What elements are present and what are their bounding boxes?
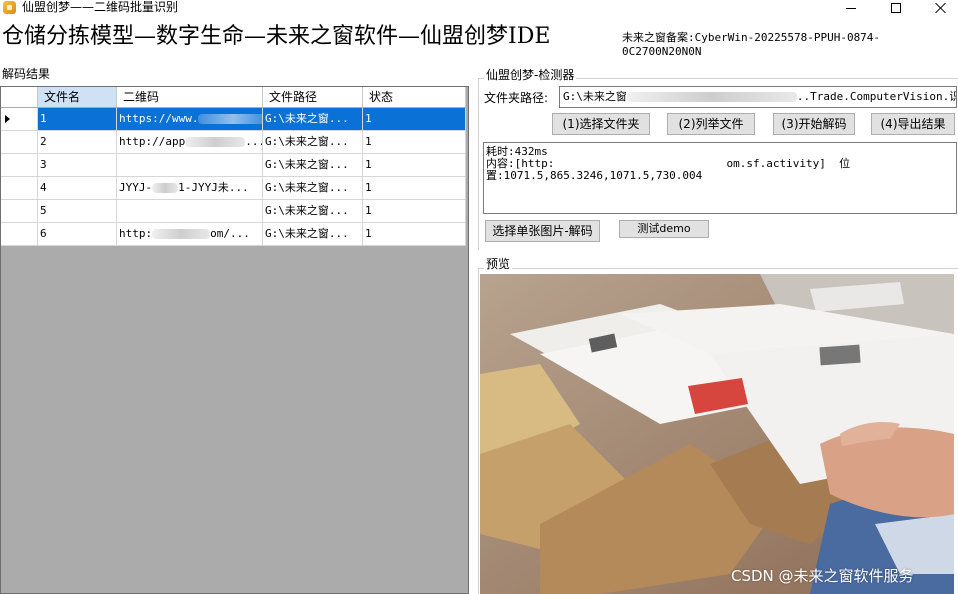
- table-row[interactable]: 5 G:\未来之窗... 1: [1, 200, 466, 223]
- cell-filepath[interactable]: G:\未来之窗...: [263, 177, 363, 200]
- export-results-button[interactable]: (4)导出结果: [871, 113, 955, 135]
- cell-filename[interactable]: 2: [38, 131, 117, 154]
- cell-qrcode[interactable]: [117, 154, 263, 177]
- close-button[interactable]: [918, 0, 958, 16]
- grid-header: 文件名 二维码 文件路径 状态: [1, 87, 466, 107]
- redaction-blur: [185, 137, 246, 147]
- title-bar: 仙盟创梦——二维码批量识别: [0, 0, 958, 16]
- cell-qrcode[interactable]: JYYJ- 1-JYYJ未...: [117, 177, 263, 200]
- window-title: 仙盟创梦——二维码批量识别: [22, 0, 179, 14]
- close-icon: [935, 2, 947, 14]
- cell-filepath[interactable]: G:\未来之窗...: [263, 108, 363, 131]
- cell-filename[interactable]: 3: [38, 154, 117, 177]
- detector-group-label: 仙盟创梦-检测器: [484, 68, 577, 82]
- cell-filepath[interactable]: G:\未来之窗...: [263, 154, 363, 177]
- redaction-blur: [152, 183, 179, 193]
- decode-results-label: 解码结果: [2, 67, 51, 81]
- cell-status[interactable]: 1: [363, 154, 466, 177]
- table-row[interactable]: 3 G:\未来之窗... 1: [1, 154, 466, 177]
- app-icon: [3, 1, 16, 14]
- row-selector[interactable]: [1, 177, 38, 200]
- cell-filepath[interactable]: G:\未来之窗...: [263, 200, 363, 223]
- test-demo-button[interactable]: 测试demo: [619, 220, 709, 238]
- redaction-blur: [626, 92, 797, 102]
- cell-status[interactable]: 1: [363, 223, 466, 246]
- cell-filename[interactable]: 4: [38, 177, 117, 200]
- preview-image: [480, 274, 954, 594]
- row-selector[interactable]: [1, 131, 38, 154]
- results-grid[interactable]: 文件名 二维码 文件路径 状态 1 https://www. G:\未来之窗..…: [0, 86, 469, 594]
- watermark: CSDN @未来之窗软件服务: [731, 567, 914, 585]
- folder-path-label: 文件夹路径:: [484, 91, 549, 105]
- current-row-arrow-icon: [5, 115, 10, 123]
- cell-qrcode-text: https://www.: [119, 112, 199, 125]
- cell-filepath[interactable]: G:\未来之窗...: [263, 223, 363, 246]
- column-header-qrcode[interactable]: 二维码: [117, 87, 263, 107]
- cell-qrcode[interactable]: http: om/...: [117, 223, 263, 246]
- redaction-blur: [152, 229, 211, 239]
- table-row[interactable]: 4 JYYJ- 1-JYYJ未... G:\未来之窗... 1: [1, 177, 466, 200]
- cell-qrcode-text: http://app: [119, 135, 186, 148]
- minimize-icon: [846, 7, 856, 9]
- cell-filepath[interactable]: G:\未来之窗...: [263, 131, 363, 154]
- decode-single-image-button[interactable]: 选择单张图片-解码: [485, 220, 600, 242]
- start-decode-button[interactable]: (3)开始解码: [773, 113, 855, 135]
- redaction-blur: [198, 114, 262, 124]
- table-row[interactable]: 6 http: om/... G:\未来之窗... 1: [1, 223, 466, 246]
- cell-status[interactable]: 1: [363, 200, 466, 223]
- cell-filename[interactable]: 1: [38, 108, 117, 131]
- cell-status[interactable]: 1: [363, 108, 466, 131]
- cell-qrcode-text: JYYJ-: [119, 181, 153, 194]
- column-header-filepath[interactable]: 文件路径: [263, 87, 363, 107]
- maximize-button[interactable]: [873, 0, 919, 16]
- row-selector[interactable]: [1, 154, 38, 177]
- column-header-status[interactable]: 状态: [363, 87, 466, 107]
- list-files-button[interactable]: (2)列举文件: [667, 113, 755, 135]
- decode-result-textbox[interactable]: 耗时:432ms 内容:[http: om.sf.activity] 位 置:1…: [483, 142, 957, 214]
- folder-path-value: G:\未来之窗: [563, 90, 627, 103]
- cell-qrcode[interactable]: https://www.: [117, 108, 263, 131]
- select-folder-button[interactable]: (1)选择文件夹: [552, 113, 650, 135]
- row-selector[interactable]: [1, 108, 38, 131]
- cell-status[interactable]: 1: [363, 131, 466, 154]
- cell-filename[interactable]: 6: [38, 223, 117, 246]
- minimize-button[interactable]: [828, 0, 874, 16]
- column-header-filename[interactable]: 文件名: [38, 87, 117, 107]
- table-row[interactable]: 2 http://app... G:\未来之窗... 1: [1, 131, 466, 154]
- cell-qrcode-text: http:: [119, 227, 153, 240]
- row-header-corner: [1, 87, 38, 107]
- parcel-photo: [480, 274, 954, 594]
- cell-qrcode[interactable]: [117, 200, 263, 223]
- cell-filename[interactable]: 5: [38, 200, 117, 223]
- cell-qrcode[interactable]: http://app...: [117, 131, 263, 154]
- cell-status[interactable]: 1: [363, 177, 466, 200]
- folder-path-value-tail: ..Trade.ComputerVision.识: [796, 90, 957, 103]
- maximize-icon: [891, 3, 901, 13]
- folder-path-input[interactable]: G:\未来之窗 ..Trade.ComputerVision.识: [559, 86, 957, 108]
- table-row[interactable]: 1 https://www. G:\未来之窗... 1: [1, 108, 466, 131]
- filing-number: 未来之窗备案:CyberWin-20225578-PPUH-0874-0C270…: [622, 31, 881, 58]
- preview-label: 预览: [484, 257, 513, 271]
- cell-qrcode-tail: 1-JYYJ未...: [178, 181, 249, 194]
- page-title: 仓储分拣模型—数字生命—未来之窗软件—仙盟创梦IDE: [2, 24, 551, 49]
- row-selector[interactable]: [1, 200, 38, 223]
- cell-qrcode-tail: om/...: [210, 227, 250, 240]
- cell-qrcode-tail: ...: [245, 135, 262, 148]
- row-selector[interactable]: [1, 223, 38, 246]
